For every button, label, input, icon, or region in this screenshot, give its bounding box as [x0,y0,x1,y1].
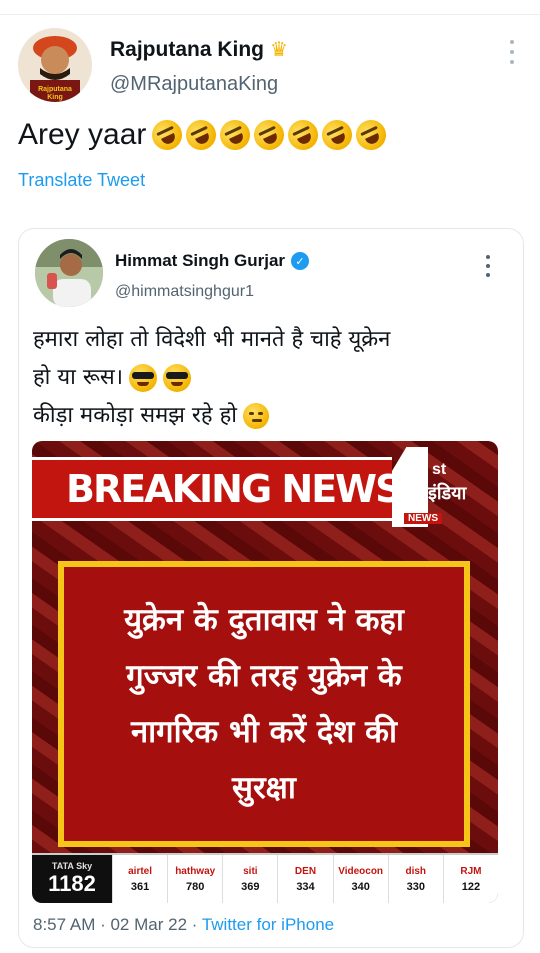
tata-sky-number: 1182 [48,871,96,896]
quoted-text-line-3: कीड़ा मकोड़ा समझ रहे हो [33,403,237,428]
channel-name: DEN [294,865,317,877]
smirk-emoji-icon [242,403,269,429]
quoted-text-line: हो या रूस। [33,359,503,397]
channel-name: RJM [460,865,482,877]
rofl-emoji-icon [317,115,358,155]
channel-item: dish 330 [387,855,443,903]
headline-line-2: गुज्जर की तरह युक्रेन के [126,658,402,694]
channel-logo: st इंडिया NEWS [392,447,482,527]
channel-name: airtel [128,865,153,877]
translate-tweet-link[interactable]: Translate Tweet [18,170,145,191]
channel-number: 122 [461,880,481,893]
channel-name: Videocon [338,865,384,877]
headline-line-1: युक्रेन के दुतावास ने कहा [124,602,404,638]
channel-item: Videocon 340 [332,855,388,903]
quoted-tweet-card[interactable]: Himmat Singh Gurjar ✓ @himmatsinghgur1 ह… [18,228,524,948]
channel-number: 361 [130,880,150,893]
quoted-avatar-image [35,239,103,307]
avatar-text-2: King [47,94,63,101]
breaking-news-banner: BREAKING NEWS [32,457,402,521]
quoted-text-line: कीड़ा मकोड़ा समझ रहे हो [33,397,503,435]
rofl-emoji-icon [147,115,188,155]
logo-st-text: st [432,461,447,478]
channel-name: dish [405,865,427,877]
tweet-text-content: Arey yaar [18,118,147,151]
channel-number: 369 [241,880,260,893]
channel-name: siti [243,865,258,877]
rofl-emoji-icon [249,115,290,155]
author-avatar[interactable]: Rajputana King [18,28,92,102]
sunglasses-emoji-icon [129,364,158,392]
rofl-emoji-icon [351,115,392,155]
quoted-author-avatar[interactable] [35,239,103,307]
breaking-news-image[interactable]: BREAKING NEWS st इंडिया NEWS युक्रेन के … [32,441,498,903]
more-options-icon[interactable] [505,40,519,64]
author-handle[interactable]: @MRajputanaKing [110,73,278,96]
logo-news-text: NEWS [404,513,442,524]
tweet-text: Arey yaar [18,115,392,155]
breaking-news-text: BREAKING NEWS [66,467,402,511]
channel-name: hathway [175,865,216,877]
channel-item: siti 369 [222,855,277,903]
quoted-text-line-2: हो या रूस। [33,365,124,390]
headline-line-4: सुरक्षा [232,770,296,806]
rofl-emoji-icon [283,115,324,155]
channel-item: RJM 122 [442,855,498,903]
tata-sky-block: TATA Sky 1182 [32,855,112,903]
rofl-emoji-icon [181,115,222,155]
quoted-more-options-icon[interactable] [483,255,493,277]
logo-india-text: इंडिया [428,483,467,504]
tata-sky-label: TATA Sky [51,861,93,871]
quoted-text-line-1: हमारा लोहा तो विदेशी भी मानते है चाहे यू… [33,327,391,352]
timestamp-text: 8:57 AM · 02 Mar 22 · [33,915,202,934]
author-name[interactable]: Rajputana King ♛ [110,38,288,62]
avatar-image: Rajputana King [18,28,92,102]
rofl-emoji-group [147,115,392,155]
headline-box: युक्रेन के दुतावास ने कहा गुज्जर की तरह … [58,561,470,847]
author-name-text[interactable]: Rajputana King [110,38,264,62]
quoted-author-name[interactable]: Himmat Singh Gurjar ✓ [115,251,310,271]
headline-line-3: नागरिक भी करें देश की [130,714,398,750]
sunglasses-emoji-icon [163,364,192,392]
rofl-emoji-icon [215,115,256,155]
tweet-source-link[interactable]: Twitter for iPhone [202,915,334,934]
headline-text: युक्रेन के दुतावास ने कहा गुज्जर की तरह … [124,592,404,816]
quoted-text-line: हमारा लोहा तो विदेशी भी मानते है चाहे यू… [33,321,503,359]
channel-number: 334 [296,880,315,893]
quoted-author-name-text[interactable]: Himmat Singh Gurjar [115,251,285,271]
quoted-tweet-timestamp: 8:57 AM · 02 Mar 22 · Twitter for iPhone [33,915,334,935]
avatar-text-1: Rajputana [38,86,72,93]
channel-item: DEN 334 [277,855,332,903]
quoted-tweet-text: हमारा लोहा तो विदेशी भी मानते है चाहे यू… [33,321,503,435]
channel-number: 780 [186,880,205,893]
verified-badge-icon: ✓ [291,252,310,270]
channel-item: airtel 361 [112,855,167,903]
channel-number-strip: TATA Sky 1182 airtel 361 hathway 780 sit… [32,853,498,903]
crown-icon: ♛ [270,39,288,61]
quoted-author-handle[interactable]: @himmatsinghgur1 [115,283,254,301]
top-divider [0,14,540,15]
channel-number: 340 [351,880,370,893]
channel-number: 330 [406,880,425,893]
channel-item: hathway 780 [167,855,222,903]
